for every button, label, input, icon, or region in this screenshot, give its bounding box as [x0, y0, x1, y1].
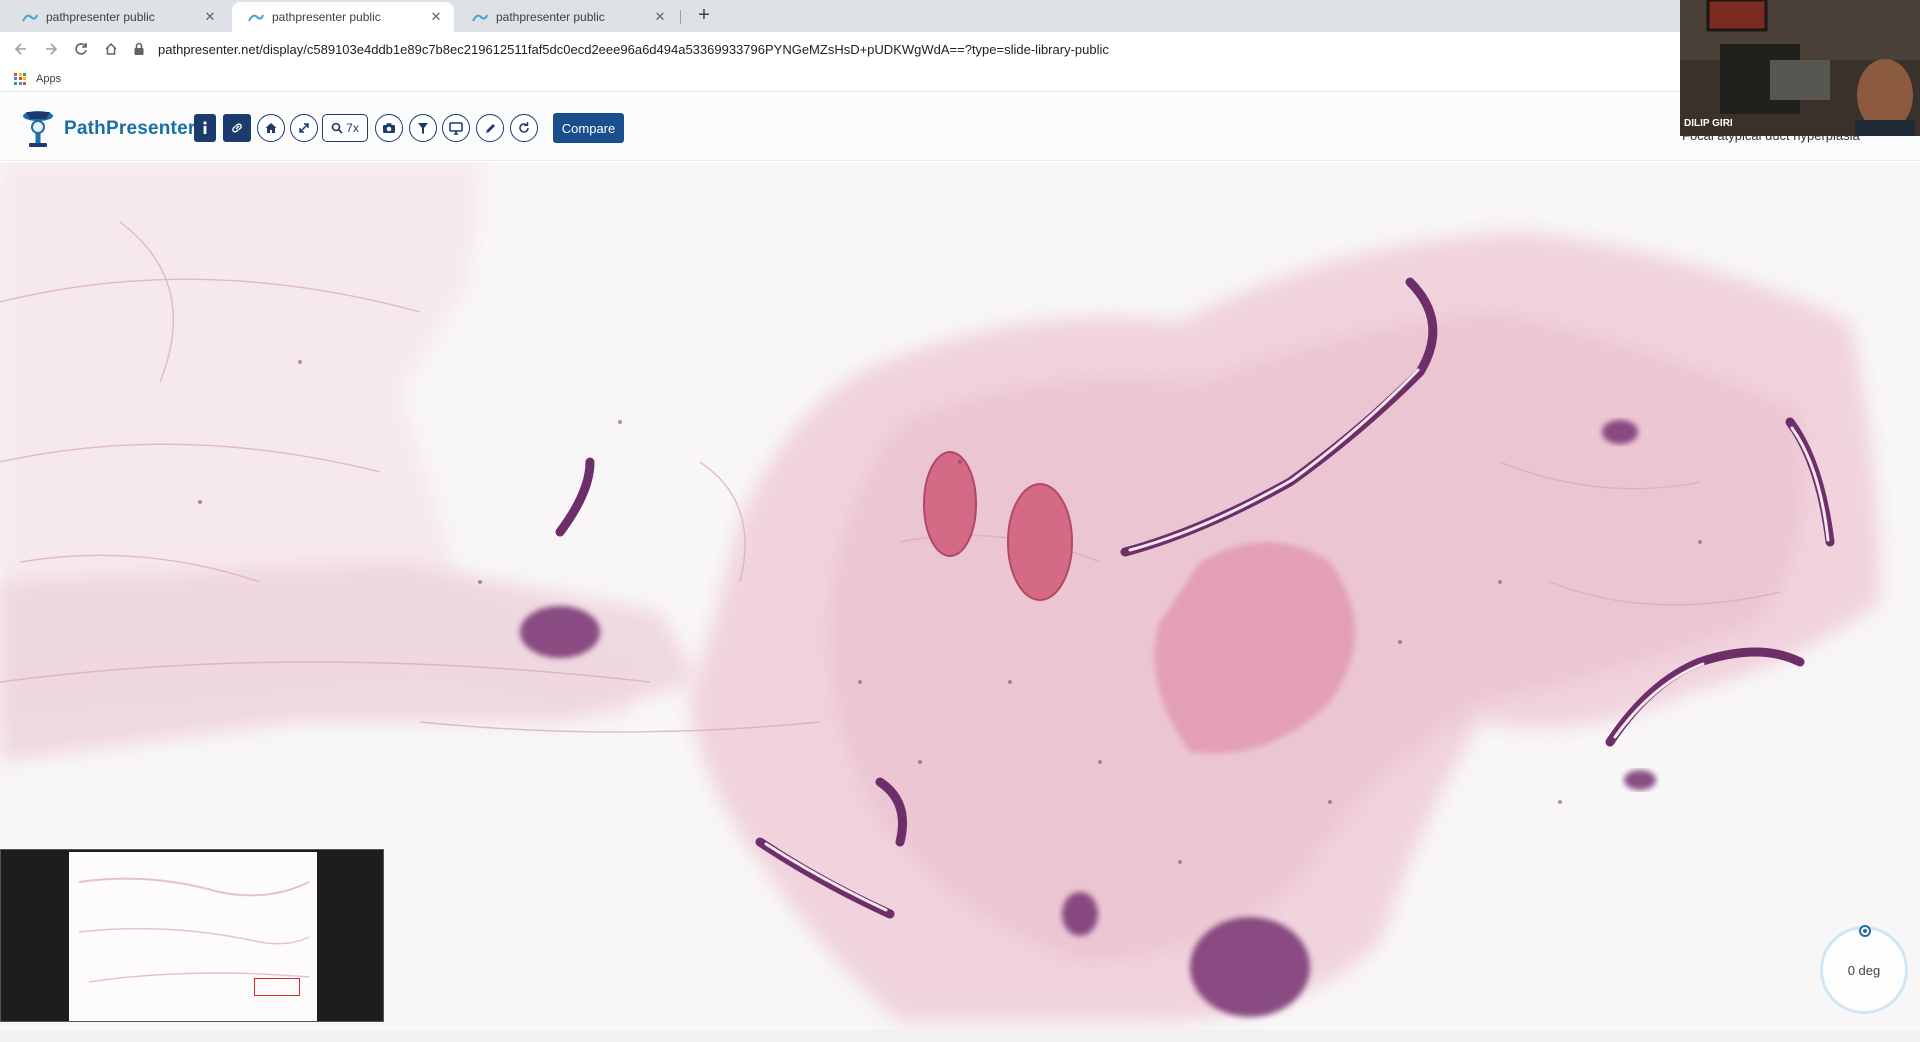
webcam-video-frame	[1680, 0, 1920, 136]
pathpresenter-favicon-icon	[472, 14, 488, 22]
browser-tab-1[interactable]: pathpresenter public ✕	[6, 2, 228, 32]
fullscreen-button[interactable]	[290, 114, 318, 142]
zoom-level-label: 7x	[346, 121, 359, 135]
back-button[interactable]	[6, 34, 36, 64]
pen-icon	[485, 123, 495, 133]
filter-button[interactable]	[409, 114, 437, 142]
slide-navigator[interactable]	[0, 849, 384, 1022]
browser-tab-strip: pathpresenter public ✕ pathpresenter pub…	[0, 0, 1680, 32]
bookmarks-bar: Apps	[0, 66, 1680, 92]
fullscreen-icon	[299, 123, 309, 133]
rotation-dial[interactable]: 0 deg	[1820, 925, 1908, 1014]
annotate-button[interactable]	[476, 114, 504, 142]
tab-title: pathpresenter public	[272, 10, 381, 24]
reload-button[interactable]	[66, 34, 96, 64]
browser-tab-2[interactable]: pathpresenter public ✕	[232, 2, 454, 32]
url-text: pathpresenter.net/display/c589103e4ddb1e…	[158, 41, 1109, 57]
bookmark-apps[interactable]: Apps	[14, 72, 62, 85]
link-icon	[232, 123, 242, 133]
camera-icon	[383, 123, 395, 133]
browser-tab-3[interactable]: pathpresenter public ✕	[456, 2, 678, 32]
home-icon	[265, 123, 277, 133]
close-icon[interactable]: ✕	[652, 9, 668, 25]
zoom-icon	[331, 122, 343, 134]
new-tab-button[interactable]: +	[692, 4, 716, 28]
monitor-icon	[449, 121, 463, 135]
pathpresenter-favicon-icon	[22, 14, 38, 22]
tab-separator	[680, 10, 681, 24]
pathpresenter-logo[interactable]: PathPresenter	[18, 107, 195, 151]
pathpresenter-favicon-icon	[248, 14, 264, 22]
rotation-label: 0 deg	[1847, 962, 1881, 978]
home-view-button[interactable]	[257, 114, 285, 142]
home-button[interactable]	[96, 34, 126, 64]
slide-title: Focal atypical duct hyperplasia	[1682, 128, 1860, 143]
app-toolbar: PathPresenter 7x Compare	[0, 97, 1920, 161]
snapshot-button[interactable]	[375, 114, 403, 142]
url-field[interactable]: pathpresenter.net/display/c589103e4ddb1e…	[132, 36, 1672, 62]
present-button[interactable]	[442, 114, 470, 142]
compare-button[interactable]: Compare	[553, 113, 624, 143]
lock-icon	[134, 42, 144, 55]
tab-title: pathpresenter public	[46, 10, 155, 24]
arrow-left-icon	[14, 43, 26, 55]
info-icon	[203, 121, 207, 134]
tab-title: pathpresenter public	[496, 10, 605, 24]
rotation-handle[interactable]	[1859, 925, 1871, 937]
navigator-viewport-box[interactable]	[254, 978, 300, 996]
rotate-reset-button[interactable]	[510, 114, 538, 142]
info-button[interactable]	[194, 114, 216, 142]
home-icon	[105, 42, 117, 55]
reload-icon	[75, 43, 87, 55]
status-strip	[0, 1030, 1920, 1042]
apps-grid-icon	[14, 72, 26, 85]
forward-button[interactable]	[36, 34, 66, 64]
arrow-right-icon	[46, 43, 58, 55]
bookmark-label: Apps	[36, 72, 62, 85]
browser-address-bar: pathpresenter.net/display/c589103e4ddb1e…	[0, 32, 1680, 66]
close-icon[interactable]: ✕	[202, 9, 218, 25]
microscope-logo-icon	[23, 111, 53, 147]
refresh-icon	[519, 122, 529, 133]
link-button[interactable]	[223, 114, 251, 142]
close-icon[interactable]: ✕	[428, 9, 444, 25]
brand-name: PathPresenter	[64, 118, 196, 139]
zoom-level-button[interactable]: 7x	[322, 114, 368, 142]
presenter-webcam: DILIP GIRI	[1680, 0, 1920, 136]
filter-icon	[418, 122, 428, 134]
